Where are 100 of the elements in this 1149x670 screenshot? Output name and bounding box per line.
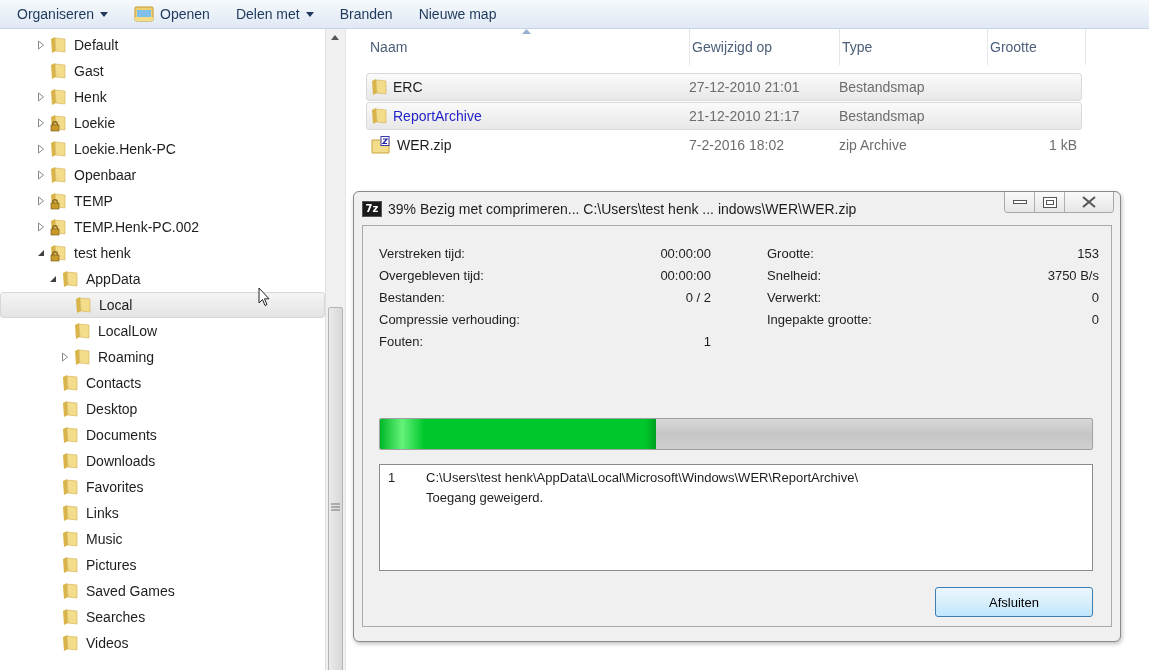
stat-value: 00:00:00 xyxy=(660,267,711,283)
stat-label: Ingepakte grootte: xyxy=(767,311,872,327)
grip-icon xyxy=(331,503,340,511)
sort-arrow-icon xyxy=(521,29,531,34)
tree-item[interactable]: Pictures xyxy=(0,552,325,578)
tree-item[interactable]: Favorites xyxy=(0,474,325,500)
tree-item-label: Default xyxy=(74,37,119,53)
tree-item-label: Music xyxy=(86,531,123,547)
caret-icon xyxy=(100,11,109,17)
file-row[interactable]: WER.zip 7-2-2016 18:02 zip Archive 1 kB xyxy=(366,131,1082,159)
tree-item-label: Searches xyxy=(86,609,146,625)
tree-item-label: Loekie.Henk-PC xyxy=(74,141,176,157)
scrollbar[interactable] xyxy=(325,29,345,670)
expand-arrow-icon[interactable] xyxy=(60,352,70,362)
stat-value: 0 xyxy=(1091,311,1099,327)
tree-item-label: Openbaar xyxy=(74,167,137,183)
tree-item-label: Loekie xyxy=(74,115,116,131)
file-type: zip Archive xyxy=(839,137,908,153)
stat-value: 0 / 2 xyxy=(685,289,711,305)
tree-item-label: Gast xyxy=(74,63,104,79)
collapse-arrow-icon[interactable] xyxy=(36,248,46,258)
scroll-thumb[interactable] xyxy=(328,307,343,670)
tree-item[interactable]: Searches xyxy=(0,604,325,630)
tree-item[interactable]: Roaming xyxy=(0,344,325,370)
file-type: Bestandsmap xyxy=(839,108,926,124)
tree-item[interactable]: LocalLow xyxy=(0,318,325,344)
close-button[interactable] xyxy=(1065,192,1113,212)
column-header[interactable]: Gewijzigd op xyxy=(690,29,840,65)
close-icon xyxy=(1082,196,1096,208)
stat-label: Snelheid: xyxy=(767,267,822,283)
log-message: Toegang geweigerd. xyxy=(426,490,545,505)
expand-arrow-icon[interactable] xyxy=(36,40,46,50)
tree-item[interactable]: Videos xyxy=(0,630,325,656)
tree-item[interactable]: test henk xyxy=(0,240,325,266)
tree-item[interactable]: Loekie xyxy=(0,110,325,136)
column-header[interactable]: Grootte xyxy=(988,29,1086,65)
file-type: Bestandsmap xyxy=(839,79,926,95)
column-header[interactable]: Naam xyxy=(368,29,690,65)
tree-item[interactable]: Desktop xyxy=(0,396,325,422)
toolbar-button[interactable]: Branden xyxy=(326,1,406,27)
tree-item[interactable]: Loekie.Henk-PC xyxy=(0,136,325,162)
tree-item-label: Downloads xyxy=(86,453,156,469)
tree-item[interactable]: Default xyxy=(0,32,325,58)
stat-value: 3750 B/s xyxy=(1047,267,1099,283)
scroll-up-icon[interactable] xyxy=(331,35,339,40)
tree-item[interactable]: Openbaar xyxy=(0,162,325,188)
tree-item-label: TEMP.Henk-PC.002 xyxy=(74,219,199,235)
stat-value: 0 xyxy=(1091,289,1099,305)
maximize-button[interactable] xyxy=(1035,192,1065,212)
expand-arrow-icon[interactable] xyxy=(36,92,46,102)
modified-date: 27-12-2010 21:01 xyxy=(689,79,801,95)
folder-icon xyxy=(371,78,387,96)
caret-icon xyxy=(305,11,314,17)
tree-item[interactable]: AppData xyxy=(0,266,325,292)
close-dialog-button[interactable]: Afsluiten xyxy=(935,587,1093,617)
maximize-icon xyxy=(1042,196,1057,208)
mouse-cursor-icon xyxy=(258,287,271,307)
collapse-arrow-icon[interactable] xyxy=(48,274,58,284)
tree-item[interactable]: Downloads xyxy=(0,448,325,474)
tree-item[interactable]: TEMP.Henk-PC.002 xyxy=(0,214,325,240)
folder-icon xyxy=(371,107,387,125)
tree-item[interactable]: Henk xyxy=(0,84,325,110)
stat-label: Verwerkt: xyxy=(767,289,822,305)
expand-arrow-icon[interactable] xyxy=(36,118,46,128)
tree-item[interactable]: Documents xyxy=(0,422,325,448)
column-header[interactable]: Type xyxy=(840,29,988,65)
file-size: 1 kB xyxy=(1048,137,1077,153)
tree-item[interactable]: Music xyxy=(0,526,325,552)
tree-item-label: test henk xyxy=(74,245,131,261)
open-button[interactable]: Openen xyxy=(121,1,223,27)
expand-arrow-icon[interactable] xyxy=(36,196,46,206)
tree-item[interactable]: TEMP xyxy=(0,188,325,214)
expand-arrow-icon[interactable] xyxy=(36,222,46,232)
stat-label: Overgebleven tijd: xyxy=(379,267,484,283)
modified-date: 7-2-2016 18:02 xyxy=(689,137,785,153)
minimize-button[interactable] xyxy=(1005,192,1035,212)
modified-date: 21-12-2010 21:17 xyxy=(689,108,801,124)
file-row[interactable]: ReportArchive 21-12-2010 21:17 Bestandsmap xyxy=(366,102,1082,130)
file-name: ReportArchive xyxy=(393,108,482,124)
tree-item-label: AppData xyxy=(86,271,141,287)
tree-item[interactable]: Saved Games xyxy=(0,578,325,604)
tree-item[interactable]: Links xyxy=(0,500,325,526)
log-path: C:\Users\test henk\AppData\Local\Microsoft\Windows\WER\ReportArchive\ xyxy=(426,470,860,485)
stat-value: 153 xyxy=(1077,245,1099,261)
expand-arrow-icon[interactable] xyxy=(36,170,46,180)
tree-item[interactable]: Local xyxy=(0,292,325,318)
tree-item-label: Documents xyxy=(86,427,157,443)
toolbar-menu-button[interactable]: Delen met xyxy=(222,1,327,27)
tree-item[interactable]: Gast xyxy=(0,58,325,84)
tree-item-label: Contacts xyxy=(86,375,142,391)
folder-window-icon xyxy=(134,5,155,23)
toolbar-button[interactable]: Nieuwe map xyxy=(405,1,510,27)
file-row[interactable]: ERC 27-12-2010 21:01 Bestandsmap xyxy=(366,73,1082,101)
tree-item[interactable]: Contacts xyxy=(0,370,325,396)
tree-item-label: TEMP xyxy=(74,193,113,209)
stat-label: Fouten: xyxy=(379,333,424,349)
toolbar-menu-button[interactable]: Organiseren xyxy=(4,1,122,27)
window-title: 39% Bezig met comprimeren... C:\Users\test henk ... indows\WER\WER.zip xyxy=(388,200,857,217)
stat-label: Bestanden: xyxy=(379,289,445,305)
expand-arrow-icon[interactable] xyxy=(36,144,46,154)
